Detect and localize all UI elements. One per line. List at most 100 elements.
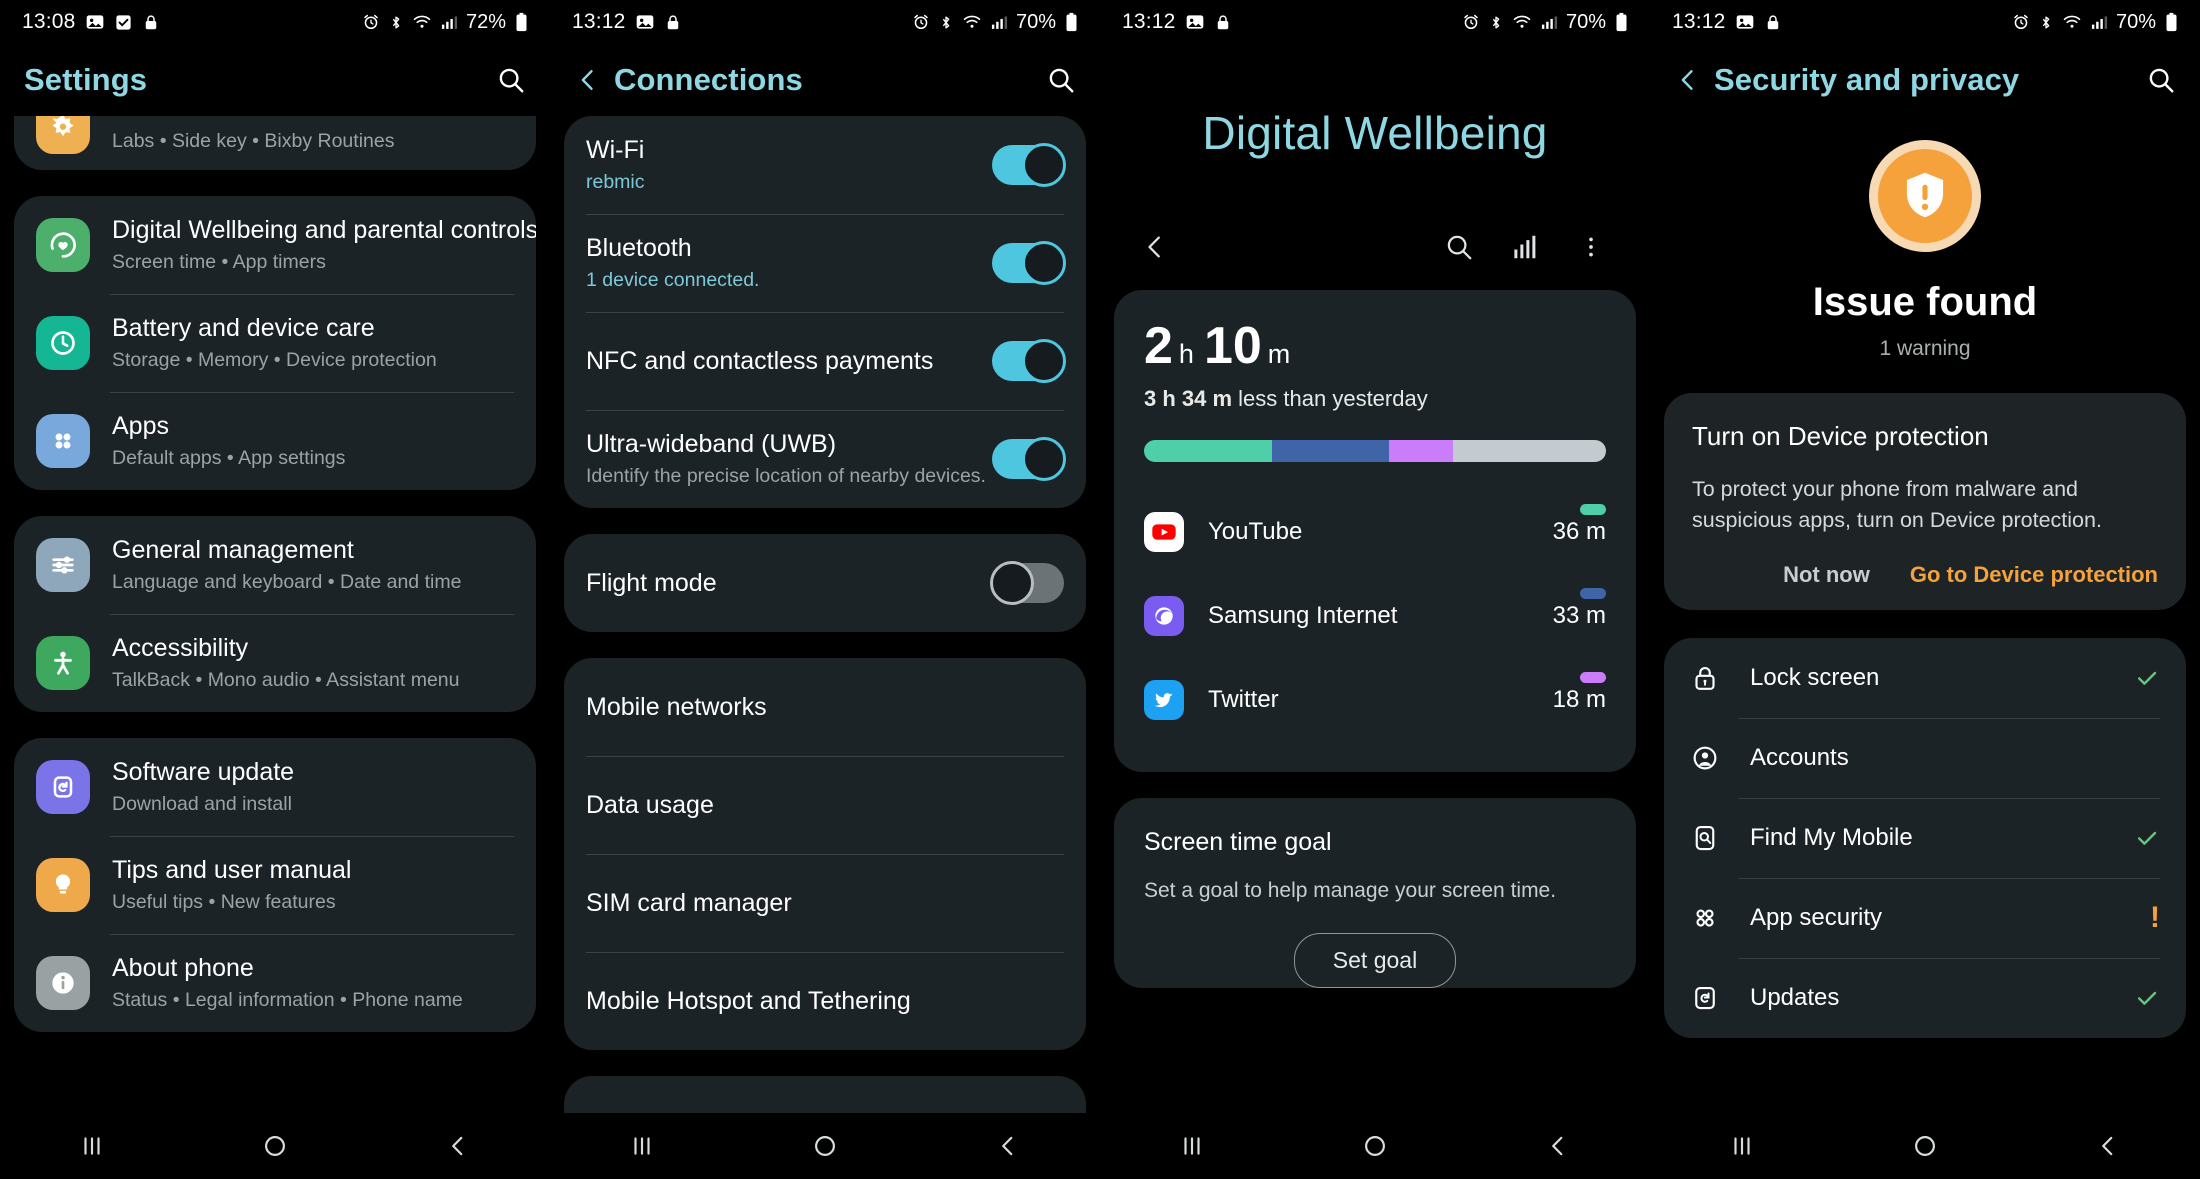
navigation-bar	[0, 1113, 550, 1179]
search-icon[interactable]	[2136, 65, 2176, 95]
list-item-more-connection-settings[interactable]: More connection settings	[564, 1076, 1086, 1113]
uwb-toggle[interactable]	[992, 437, 1066, 481]
app-usage-list: YouTube 36 m Samsung Internet 33 m Twitt…	[1144, 490, 1606, 742]
search-icon[interactable]	[1426, 232, 1492, 262]
bluetooth-icon	[388, 13, 404, 32]
list-item-tips[interactable]: Tips and user manual Useful tips • New f…	[14, 836, 536, 934]
back-icon[interactable]	[963, 1121, 1053, 1171]
list-item-accounts[interactable]: Accounts	[1664, 718, 2186, 798]
list-item-flight-mode[interactable]: Flight mode	[564, 534, 1086, 632]
lock-icon	[664, 13, 682, 32]
home-icon[interactable]	[1880, 1121, 1970, 1171]
navigation-bar	[1100, 1113, 1650, 1179]
list-item-bluetooth[interactable]: Bluetooth 1 device connected.	[564, 214, 1086, 312]
screen-time-hours-unit: h	[1178, 339, 1194, 369]
list-item-mobile-networks[interactable]: Mobile networks	[564, 658, 1086, 756]
flight-mode-toggle[interactable]	[990, 561, 1064, 605]
account-icon	[1690, 743, 1724, 773]
wifi-toggle[interactable]	[992, 143, 1066, 187]
status-warning-icon: !	[2150, 901, 2160, 935]
bluetooth-toggle[interactable]	[992, 241, 1066, 285]
status-bar: 13:12 70%	[550, 0, 1100, 44]
status-bar: 13:08 72%	[0, 0, 550, 44]
lock-icon	[142, 13, 160, 32]
shield-warning-icon	[1869, 140, 1981, 252]
wifi-icon	[962, 13, 982, 31]
wifi-icon	[2062, 13, 2082, 31]
list-item-updates[interactable]: Updates	[1664, 958, 2186, 1038]
list-item-title: Mobile Hotspot and Tethering	[586, 986, 911, 1015]
back-icon[interactable]	[1674, 66, 1714, 94]
not-now-button[interactable]: Not now	[1783, 562, 1870, 588]
page-title: Security and privacy	[1714, 62, 2020, 97]
list-item-software-update[interactable]: Software update Download and install	[14, 738, 536, 836]
back-icon[interactable]	[1122, 232, 1188, 262]
bluetooth-icon	[2038, 13, 2054, 32]
list-item-find-my-mobile[interactable]: Find My Mobile	[1664, 798, 2186, 878]
list-item-digital-wellbeing[interactable]: Digital Wellbeing and parental controls …	[14, 196, 536, 294]
signal-icon	[1540, 14, 1558, 31]
nfc-toggle[interactable]	[992, 339, 1066, 383]
screenshot-root: 13:08 72% Settings Labs • Side key • Bix…	[0, 0, 2200, 1179]
back-icon[interactable]	[1513, 1121, 1603, 1171]
list-item-app-youtube[interactable]: YouTube 36 m	[1144, 490, 1606, 574]
settings-group-device: Digital Wellbeing and parental controls …	[14, 196, 536, 490]
image-icon	[1185, 12, 1205, 32]
screen-time-stacked-bar	[1144, 440, 1606, 462]
back-icon[interactable]	[413, 1121, 503, 1171]
recents-icon[interactable]	[1697, 1121, 1787, 1171]
connections-list[interactable]: Wi-Fi rebmic Bluetooth 1 device connecte…	[550, 116, 1100, 1113]
bar-chart-icon[interactable]	[1492, 232, 1558, 262]
screen-time-minutes: 10	[1203, 317, 1262, 375]
bluetooth-icon	[1488, 13, 1504, 32]
status-time: 13:08	[22, 10, 76, 33]
list-item-sim-card-manager[interactable]: SIM card manager	[564, 854, 1086, 952]
list-item-wifi[interactable]: Wi-Fi rebmic	[564, 116, 1086, 214]
list-item-uwb[interactable]: Ultra-wideband (UWB) Identify the precis…	[564, 410, 1086, 508]
list-item[interactable]: Labs • Side key • Bixby Routines	[14, 116, 536, 170]
list-item-subtitle: rebmic	[586, 171, 645, 194]
set-goal-button[interactable]: Set goal	[1293, 933, 1457, 988]
go-to-device-protection-button[interactable]: Go to Device protection	[1910, 562, 2158, 588]
list-item-app-samsung-internet[interactable]: Samsung Internet 33 m	[1144, 574, 1606, 658]
screen-settings: 13:08 72% Settings Labs • Side key • Bix…	[0, 0, 550, 1179]
home-icon[interactable]	[230, 1121, 320, 1171]
recents-icon[interactable]	[597, 1121, 687, 1171]
home-icon[interactable]	[780, 1121, 870, 1171]
screen-time-delta: 3 h 34 m less than yesterday	[1144, 386, 1606, 412]
app-name: YouTube	[1208, 518, 1303, 545]
navigation-bar	[1650, 1113, 2200, 1179]
more-vertical-icon[interactable]	[1558, 234, 1624, 260]
home-icon[interactable]	[1330, 1121, 1420, 1171]
battery-percent: 72%	[465, 10, 506, 33]
back-icon[interactable]	[574, 66, 614, 94]
list-item-about-phone[interactable]: About phone Status • Legal information •…	[14, 934, 536, 1032]
list-item-app-twitter[interactable]: Twitter 18 m	[1144, 658, 1606, 742]
wellbeing-action-bar	[1100, 232, 1650, 262]
recents-icon[interactable]	[47, 1121, 137, 1171]
list-item-app-security[interactable]: App security !	[1664, 878, 2186, 958]
lock-icon	[1214, 13, 1232, 32]
search-icon[interactable]	[1036, 65, 1076, 95]
list-item-data-usage[interactable]: Data usage	[564, 756, 1086, 854]
back-icon[interactable]	[2063, 1121, 2153, 1171]
signal-icon	[2090, 14, 2108, 31]
search-icon[interactable]	[486, 65, 526, 95]
list-item-apps[interactable]: Apps Default apps • App settings	[14, 392, 536, 490]
list-item-general-management[interactable]: General management Language and keyboard…	[14, 516, 536, 614]
app-security-icon	[1690, 903, 1724, 933]
screen-time-hours: 2	[1144, 317, 1173, 375]
app-time: 33 m	[1552, 602, 1606, 629]
recents-icon[interactable]	[1147, 1121, 1237, 1171]
settings-list[interactable]: Labs • Side key • Bixby Routines Digital…	[0, 116, 550, 1113]
page-title: Settings	[24, 62, 148, 97]
screen-time-card[interactable]: 2 h 10 m 3 h 34 m less than yesterday Yo…	[1114, 290, 1636, 772]
list-item-subtitle: 1 device connected.	[586, 269, 760, 292]
list-item-lock-screen[interactable]: Lock screen	[1664, 638, 2186, 718]
settings-group-system: General management Language and keyboard…	[14, 516, 536, 712]
status-bar: 13:12 70%	[1100, 0, 1650, 44]
list-item-hotspot-tethering[interactable]: Mobile Hotspot and Tethering	[564, 952, 1086, 1050]
list-item-battery-device-care[interactable]: Battery and device care Storage • Memory…	[14, 294, 536, 392]
list-item-nfc[interactable]: NFC and contactless payments	[564, 312, 1086, 410]
list-item-accessibility[interactable]: Accessibility TalkBack • Mono audio • As…	[14, 614, 536, 712]
